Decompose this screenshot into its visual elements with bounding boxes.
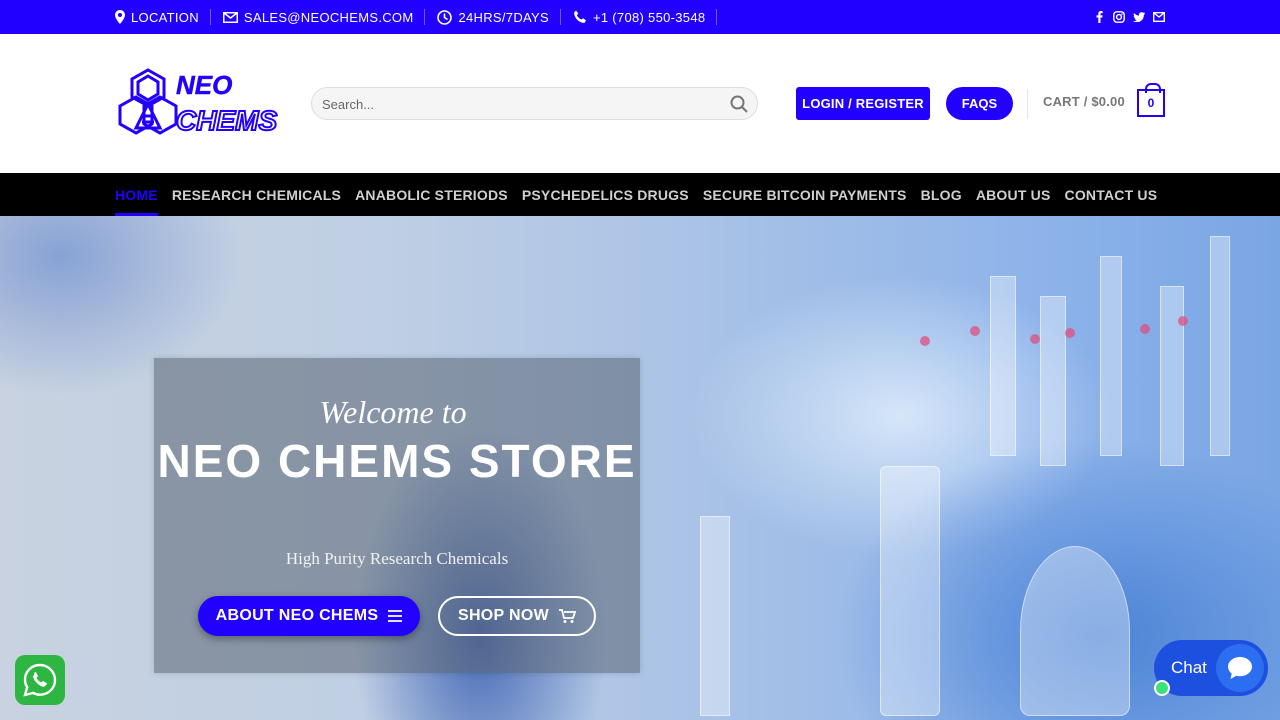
nav-item-research-chemicals[interactable]: RESEARCH CHEMICALS [172,173,341,216]
chat-bubble-icon [1216,644,1264,692]
about-button-label: ABOUT NEO CHEMS [215,607,379,624]
header-divider [1027,89,1028,119]
phone-label: +1 (708) 550-3548 [592,9,706,25]
hero-subtitle: High Purity Research Chemicals [285,549,509,568]
instagram-icon[interactable] [1113,11,1125,23]
chat-label: Chat [1171,658,1207,677]
facebook-icon[interactable] [1093,11,1105,23]
hours-label: 24HRS/7DAYS [458,9,549,25]
envelope-icon [222,11,238,23]
login-register-button[interactable]: LOGIN / REGISTER [796,87,930,120]
location-label: LOCATION [131,9,199,25]
whatsapp-icon [23,663,57,697]
social-links [1093,11,1165,23]
hero-banner: Welcome to NEO CHEMS STORE High Purity R… [0,216,1280,720]
email-label: SALES@NEOCHEMS.COM [243,9,414,25]
clock-icon [437,9,453,25]
shop-now-button[interactable]: SHOP NOW [438,596,596,636]
svg-text:CHEMS: CHEMS [176,105,277,136]
cart-icon [559,608,576,623]
nav-item-contact-us[interactable]: CONTACT US [1065,173,1158,216]
nav-item-blog[interactable]: BLOG [921,173,962,216]
cart-count-icon[interactable]: 0 [1137,83,1165,117]
nav-item-about-us[interactable]: ABOUT US [976,173,1051,216]
chat-widget[interactable]: Chat [1154,640,1268,696]
hero-welcome: Welcome to [319,394,467,430]
main-nav: HOME RESEARCH CHEMICALS ANABOLIC STERIOD… [0,173,1280,216]
hours-info: 24HRS/7DAYS [437,9,561,25]
nav-item-secure-bitcoin-payments[interactable]: SECURE BITCOIN PAYMENTS [703,173,907,216]
mail-icon[interactable] [1153,11,1165,23]
site-header: NEO CHEMS LOGIN / REGISTER FAQS CART / $… [0,34,1280,173]
svg-text:NEO: NEO [176,70,232,100]
menu-icon [388,610,403,622]
search-input[interactable] [322,94,722,114]
site-logo[interactable]: NEO CHEMS [118,68,278,140]
whatsapp-button[interactable] [15,655,65,705]
search-box [311,87,758,120]
about-neo-chems-button[interactable]: ABOUT NEO CHEMS [198,596,420,636]
phone-link[interactable]: +1 (708) 550-3548 [573,9,718,25]
nav-item-psychedelics-drugs[interactable]: PSYCHEDELICS DRUGS [522,173,689,216]
cart-count: 0 [1147,96,1155,110]
faqs-button[interactable]: FAQS [946,87,1013,120]
search-icon[interactable] [730,95,748,118]
shop-button-label: SHOP NOW [457,607,549,624]
location-link[interactable]: LOCATION [115,9,211,25]
cart-link[interactable]: CART / $0.00 [1043,94,1125,109]
hero-title: NEO CHEMS STORE [157,435,637,487]
twitter-icon[interactable] [1133,11,1145,23]
hero-content-box: Welcome to NEO CHEMS STORE High Purity R… [154,358,640,673]
top-bar: LOCATION SALES@NEOCHEMS.COM 24HRS/7DAYS … [0,0,1280,34]
phone-icon [573,10,586,23]
email-link[interactable]: SALES@NEOCHEMS.COM [222,9,426,25]
nav-item-home[interactable]: HOME [115,173,158,216]
online-status-dot [1154,680,1170,696]
map-pin-icon [115,10,125,24]
nav-item-anabolic-steroids[interactable]: ANABOLIC STERIODS [355,173,508,216]
